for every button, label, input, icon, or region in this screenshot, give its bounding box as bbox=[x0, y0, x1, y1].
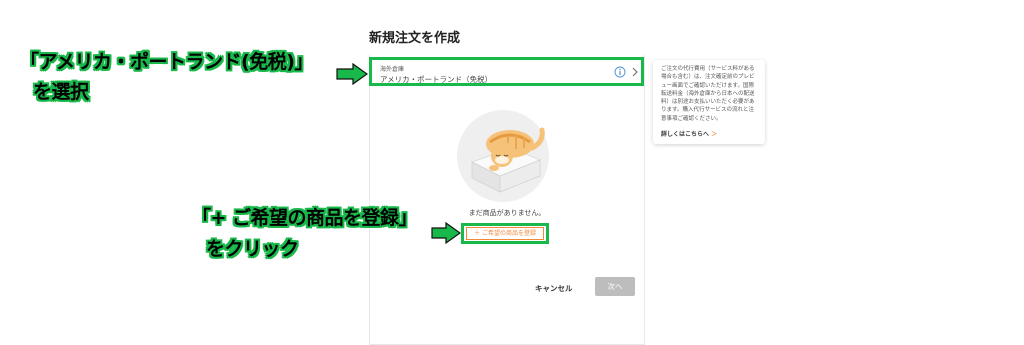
annotation-step2-action: をクリック bbox=[206, 238, 299, 260]
cancel-button[interactable]: キャンセル bbox=[535, 283, 573, 294]
add-item-button[interactable]: ＋ ご希望の商品を登録 bbox=[466, 227, 544, 240]
green-arrow-icon bbox=[431, 222, 461, 244]
warehouse-select[interactable]: 海外倉庫 アメリカ・ポートランド（免税） bbox=[369, 57, 644, 86]
note-text: ご注文の代行費用（サービス料がある場合も含む）は、注文確定前のプレビュー画面でご… bbox=[661, 66, 755, 122]
next-button[interactable]: 次へ bbox=[595, 277, 635, 296]
page-title: 新規注文を作成 bbox=[369, 31, 461, 46]
info-note-card: ご注文の代行費用（サービス料がある場合も含む）は、注文確定前のプレビュー画面でご… bbox=[653, 60, 765, 144]
chevron-right-icon: ＞ bbox=[711, 131, 718, 138]
chevron-right-icon[interactable] bbox=[630, 66, 640, 78]
details-link[interactable]: 詳しくはこちらへ ＞ bbox=[661, 129, 717, 138]
warehouse-value: アメリカ・ポートランド（免税） bbox=[380, 75, 493, 84]
details-link-label: 詳しくはこちらへ bbox=[661, 131, 710, 138]
sleeping-cat-illustration bbox=[457, 110, 549, 202]
annotation-step1-action: を選択 bbox=[33, 81, 89, 103]
annotation-step2-title: 「+ ご希望の商品を登録」 bbox=[192, 207, 418, 229]
info-icon[interactable] bbox=[614, 66, 626, 78]
warehouse-label: 海外倉庫 bbox=[380, 66, 405, 73]
annotation-step1-title: 「アメリカ・ポートランド(免税)」 bbox=[20, 51, 313, 73]
green-arrow-icon bbox=[336, 63, 368, 85]
